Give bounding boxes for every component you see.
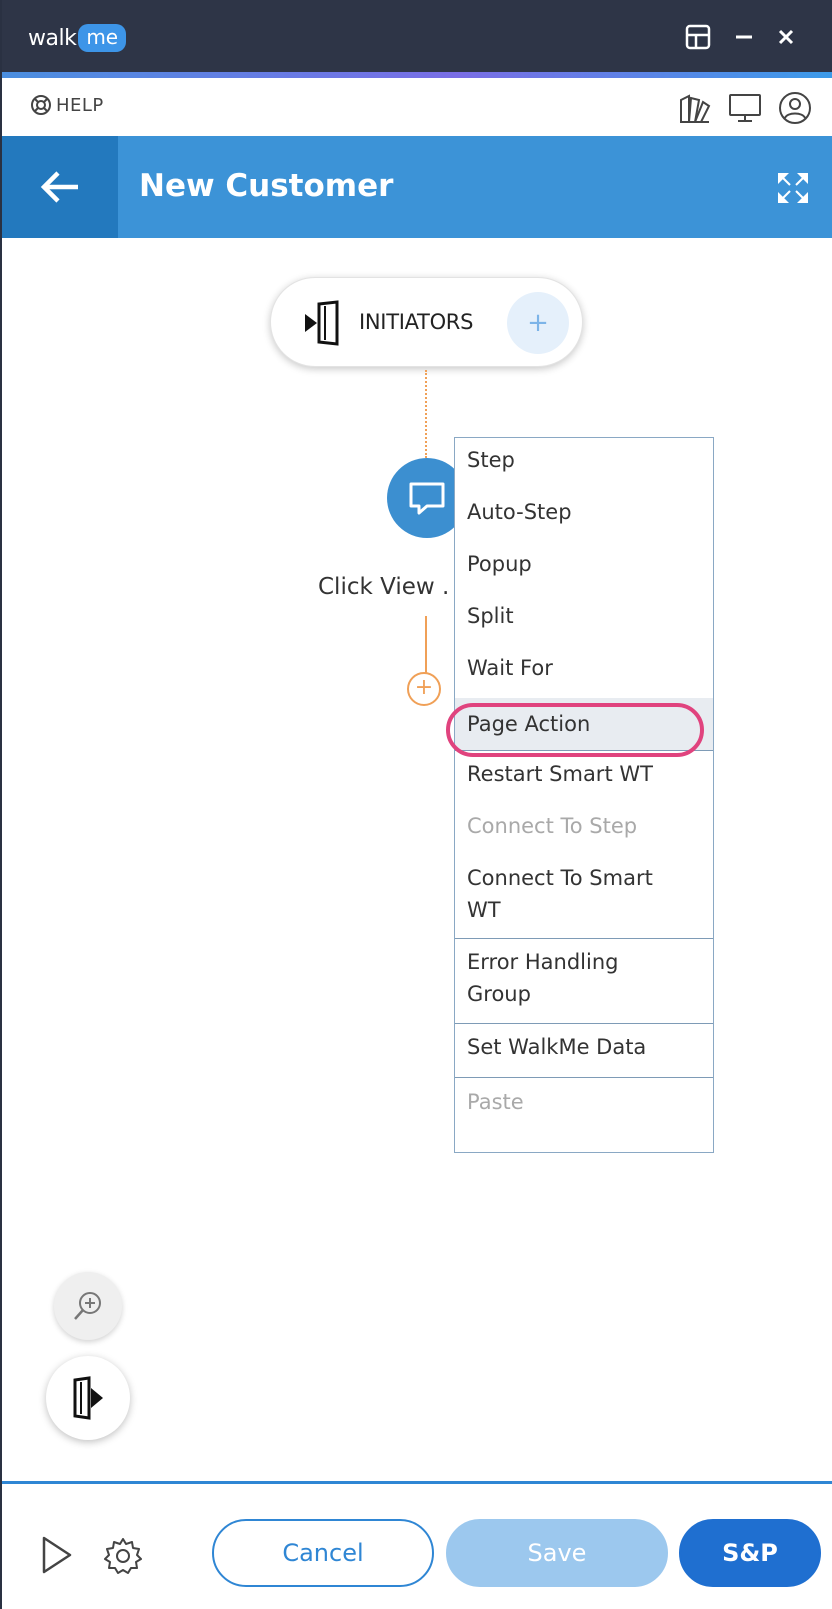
user-profile-icon[interactable] bbox=[775, 88, 815, 128]
logo-me-badge: me bbox=[78, 24, 127, 52]
save-and-publish-button[interactable]: S&P bbox=[679, 1519, 821, 1587]
help-label: HELP bbox=[56, 94, 104, 116]
minimize-icon[interactable] bbox=[729, 22, 759, 52]
menu-item-popup[interactable]: Popup bbox=[455, 548, 713, 580]
zoom-in-button[interactable] bbox=[54, 1272, 122, 1340]
speech-bubble-icon bbox=[409, 482, 445, 515]
menu-item-auto-step[interactable]: Auto-Step bbox=[455, 496, 713, 528]
menu-item-wait-for[interactable]: Wait For bbox=[455, 652, 713, 684]
play-icon[interactable] bbox=[40, 1535, 74, 1575]
initiators-panel-button[interactable] bbox=[46, 1356, 130, 1440]
gear-icon[interactable] bbox=[102, 1535, 144, 1577]
initiators-node[interactable]: INITIATORS + bbox=[270, 277, 583, 367]
expand-icon[interactable] bbox=[774, 169, 812, 207]
add-step-button[interactable]: + bbox=[407, 672, 441, 706]
connector-solid bbox=[425, 616, 427, 673]
walkme-editor-window: walk me HELP New Customer INITIATORS + C… bbox=[0, 0, 832, 1609]
help-link[interactable]: HELP bbox=[30, 94, 104, 116]
arrow-left-icon bbox=[40, 171, 78, 203]
menu-item-set-walkme-data[interactable]: Set WalkMe Data bbox=[455, 1031, 713, 1063]
back-button[interactable] bbox=[2, 136, 118, 238]
menu-divider bbox=[455, 1023, 713, 1024]
initiators-label: INITIATORS bbox=[359, 310, 474, 334]
lifebuoy-icon bbox=[31, 95, 51, 115]
menu-item-connect-to-step: Connect To Step bbox=[467, 814, 638, 838]
add-initiator-button[interactable]: + bbox=[507, 292, 569, 354]
swatch-book-icon[interactable] bbox=[675, 88, 715, 128]
menu-item-connect-to-smart-wt[interactable]: Connect To Smart WT bbox=[455, 862, 685, 926]
menu-divider bbox=[455, 938, 713, 939]
add-step-menu: Step Auto-Step Popup Split Wait For Page… bbox=[454, 437, 714, 1153]
footer-divider bbox=[2, 1481, 832, 1484]
cancel-button[interactable]: Cancel bbox=[212, 1519, 434, 1587]
layout-toggle-icon[interactable] bbox=[683, 22, 713, 52]
door-exit-icon bbox=[73, 1376, 103, 1420]
monitor-icon[interactable] bbox=[725, 88, 765, 128]
logo-walk-text: walk bbox=[28, 25, 77, 51]
page-action-highlight bbox=[446, 703, 704, 757]
menu-item-paste: Paste bbox=[467, 1090, 524, 1114]
door-enter-icon bbox=[305, 300, 339, 346]
step-label: Click View . bbox=[318, 574, 450, 600]
save-button[interactable]: Save bbox=[446, 1519, 668, 1587]
menu-item-error-handling-group[interactable]: Error Handling Group bbox=[455, 946, 685, 1010]
menu-item-split[interactable]: Split bbox=[455, 600, 713, 632]
title-bar: walk me bbox=[2, 0, 832, 72]
close-icon[interactable] bbox=[771, 22, 801, 52]
page-title: New Customer bbox=[139, 168, 394, 204]
menu-divider bbox=[455, 1077, 713, 1078]
help-bar: HELP bbox=[2, 78, 832, 136]
menu-item-restart-smart-wt[interactable]: Restart Smart WT bbox=[455, 758, 713, 790]
connector-dotted bbox=[425, 370, 427, 458]
zoom-in-icon bbox=[74, 1292, 101, 1320]
page-header: New Customer bbox=[2, 136, 832, 238]
walkme-logo: walk me bbox=[28, 24, 127, 52]
menu-item-step[interactable]: Step bbox=[455, 444, 713, 476]
